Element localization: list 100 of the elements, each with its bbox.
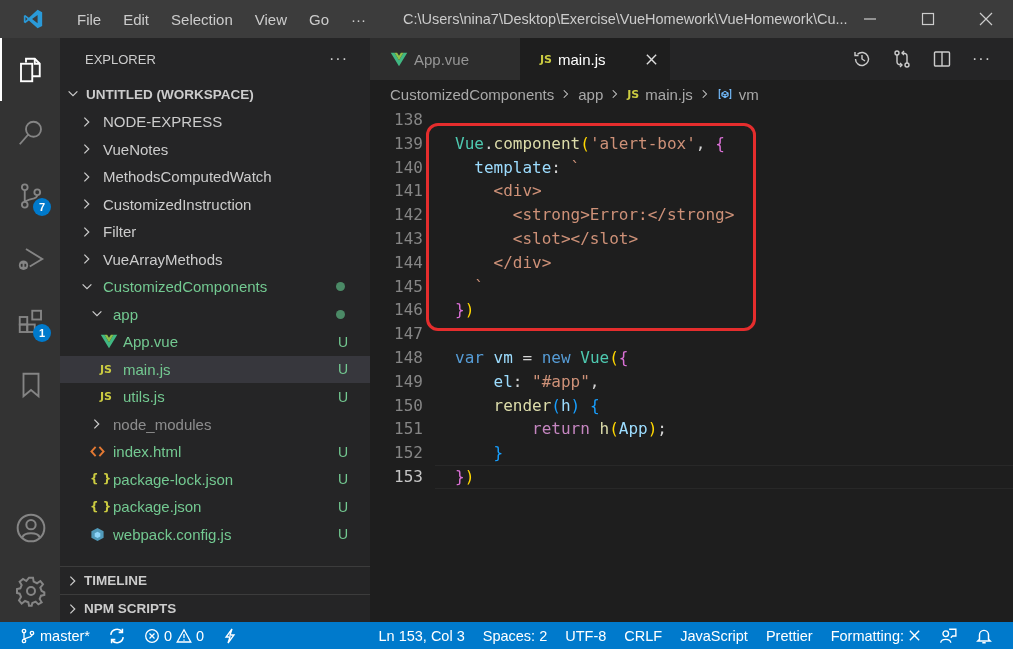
git-status-letter: U [337, 443, 348, 460]
line-number: 146 [393, 299, 423, 322]
menu-item[interactable]: Selection [160, 10, 244, 28]
tree-item[interactable]: JS main.js U [60, 355, 370, 383]
line-number: 138 [393, 109, 423, 131]
tree-item[interactable]: JS utils.js U [60, 383, 370, 411]
tree-item[interactable]: MethodsComputedWatch [60, 163, 370, 191]
breadcrumb-item[interactable]: vm [738, 85, 759, 103]
feedback-icon[interactable] [939, 626, 957, 645]
menu-item[interactable]: ··· [340, 10, 377, 28]
cube-icon [90, 526, 105, 542]
breadcrumb-item[interactable]: CustomizedComponents [390, 85, 555, 103]
code-line: el: "#app", [492, 370, 601, 393]
tree-item[interactable]: { }package.json U [60, 493, 370, 521]
editor-tab[interactable]: JS main.js [520, 38, 670, 80]
code-line: <strong>Error:</strong> [511, 204, 736, 227]
code-line: <slot></slot> [511, 228, 640, 250]
file-type-label: JS [100, 390, 112, 404]
line-number: 143 [393, 228, 423, 250]
line-number: 141 [393, 180, 423, 203]
tree-item[interactable]: VueNotes [60, 135, 370, 163]
tree-item[interactable]: VueArrayMethods [60, 245, 370, 273]
git-status-letter: U [337, 333, 348, 350]
status-item[interactable]: Ln 153, Col 3 [378, 627, 465, 644]
more-actions-button[interactable]: ··· [972, 50, 991, 68]
app-logo-icon [22, 8, 44, 30]
line-number: 142 [393, 204, 423, 227]
code-line: ` [473, 275, 485, 298]
v-shape-icon [100, 334, 118, 350]
file-type-label: JS [540, 52, 552, 66]
tree-item[interactable]: CustomizedComponents [60, 273, 370, 301]
line-number: 148 [393, 346, 423, 369]
line-number: 144 [393, 251, 423, 274]
sync-icon[interactable] [107, 626, 126, 645]
tree-item[interactable]: node_modules [60, 410, 370, 438]
line-number: 145 [393, 275, 423, 298]
more-actions-button[interactable]: ··· [329, 50, 348, 68]
maximize-icon[interactable] [921, 12, 935, 26]
git-status-letter: U [337, 471, 348, 488]
code-line: } [492, 442, 505, 465]
code-line: <div> [492, 180, 543, 203]
workspace-header[interactable]: UNTITLED (WORKSPACE) [60, 80, 370, 108]
breadcrumb-item[interactable]: app [578, 85, 604, 103]
status-item[interactable]: UTF-8 [565, 627, 607, 644]
formatting-status[interactable]: Formatting: [830, 627, 904, 644]
file-type-label: JS [100, 362, 112, 376]
git-status-letter: U [337, 498, 348, 515]
window-title: C:\Users\nina7\Desktop\Exercise\VueHomework\VueHomework\Cu... [403, 11, 848, 27]
status-item[interactable]: Spaces: 2 [482, 627, 548, 644]
section-header[interactable]: TIMELINE [60, 566, 370, 594]
line-number: 151 [393, 418, 423, 441]
notification-badge: 1 [33, 324, 51, 342]
warning-count[interactable]: 0 [196, 627, 205, 644]
warning-icon[interactable] [176, 627, 193, 644]
code-line: }) [455, 299, 476, 322]
tree-item[interactable]: { }package-lock.json U [60, 465, 370, 493]
line-number: 140 [393, 156, 423, 179]
file-type-label: JS [627, 87, 640, 101]
error-icon[interactable] [143, 627, 160, 644]
settings-icon[interactable] [15, 574, 47, 607]
account-icon[interactable] [15, 511, 47, 544]
close-icon[interactable] [979, 12, 993, 26]
breadcrumb-item[interactable]: main.js [645, 85, 693, 103]
v-shape-icon [390, 51, 408, 67]
tree-item[interactable]: Filter [60, 218, 370, 246]
tree-item[interactable]: index.html U [60, 438, 370, 466]
compare-changes-icon[interactable] [892, 49, 912, 69]
code-line: Vue.component('alert-box', { [455, 132, 726, 155]
code-line: var vm = new Vue({ [455, 346, 630, 369]
x-icon[interactable] [908, 629, 921, 642]
git-status-letter: U [337, 361, 348, 378]
status-item[interactable]: JavaScript [680, 627, 748, 644]
branch-name[interactable]: master* [40, 627, 90, 644]
line-number: 147 [393, 323, 423, 346]
branch-icon[interactable] [20, 627, 36, 644]
status-item[interactable]: Prettier [765, 627, 813, 644]
line-number: 149 [393, 370, 423, 393]
file-type-label: { } [90, 499, 112, 514]
code-line: template: ` [473, 156, 582, 179]
variable-icon [716, 87, 733, 101]
code-line: }) [435, 464, 1013, 489]
tree-item[interactable]: NODE-EXPRESS [60, 108, 370, 136]
close-icon[interactable] [645, 52, 658, 66]
editor-tab[interactable]: App.vue [370, 38, 520, 80]
error-count[interactable]: 0 [163, 627, 173, 644]
menu-item[interactable]: View [243, 10, 298, 28]
menu-item[interactable]: Edit [112, 10, 161, 28]
git-status-letter: U [337, 526, 348, 543]
history-icon[interactable] [852, 49, 872, 69]
menu-item[interactable]: Go [298, 10, 340, 28]
split-editor-icon[interactable] [932, 49, 952, 69]
status-item[interactable]: CRLF [624, 627, 663, 644]
tree-item[interactable]: webpack.config.js U [60, 520, 370, 548]
tree-item[interactable]: App.vue U [60, 328, 370, 356]
menu-item[interactable]: File [66, 10, 113, 28]
tree-item[interactable]: app [60, 300, 370, 328]
tree-item[interactable]: CustomizedInstruction [60, 190, 370, 218]
notification-badge: 7 [33, 198, 51, 216]
line-number: 153 [393, 465, 423, 488]
line-number: 139 [393, 132, 423, 155]
